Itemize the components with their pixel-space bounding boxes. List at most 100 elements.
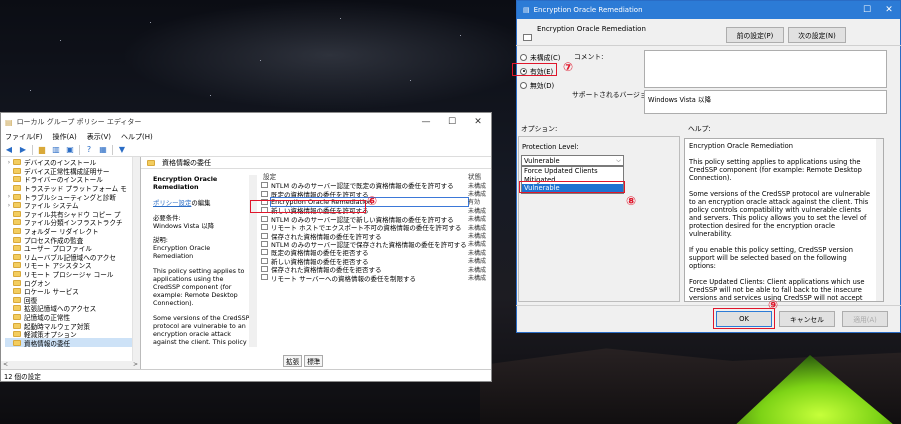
status-text: 12 個の設定 — [4, 372, 41, 381]
annotation-box-vulnerable — [519, 181, 625, 193]
cancel-button[interactable]: キャンセル — [779, 311, 835, 327]
menu-view[interactable]: 表示(V) — [87, 132, 111, 142]
tab-standard[interactable]: 標準 — [304, 355, 324, 367]
menu-action[interactable]: 操作(A) — [53, 132, 77, 142]
comment-label: コメント: — [574, 53, 604, 61]
options-label: オプション: — [521, 125, 558, 133]
comment-field[interactable] — [644, 50, 887, 88]
folder-icon — [13, 245, 21, 252]
desc-title: Encryption Oracle Remediation — [153, 175, 218, 192]
menu-file[interactable]: ファイル(F) — [5, 132, 43, 142]
radio-button[interactable] — [520, 81, 527, 89]
status-bar: 12 個の設定 — [1, 369, 491, 381]
folder-icon — [13, 271, 21, 278]
milky-way-glow — [120, 0, 540, 110]
tree-vertical-scrollbar[interactable] — [132, 157, 140, 369]
folder-icon — [13, 331, 21, 338]
help-paragraph: Force Updated Clients: Client applicatio… — [689, 278, 865, 302]
annotation-box-enabled — [512, 63, 557, 76]
annotation-step-7: ⑦ — [563, 60, 574, 74]
folder-icon — [13, 339, 21, 346]
chevron-right-icon[interactable]: › — [5, 202, 13, 209]
radio-not-configured[interactable]: 未構成(C) — [520, 52, 560, 62]
star — [30, 90, 31, 91]
next-setting-button[interactable]: 次の設定(N) — [788, 27, 846, 43]
folder-icon — [13, 219, 21, 226]
help-title: Encryption Oracle Remediation — [689, 142, 794, 150]
annotation-step-8: ⑧ — [626, 194, 637, 208]
settings-list: 設定 状態 NTLM のみのサーバー認証で既定の資格情報の委任を許可する 未構成既… — [258, 171, 492, 283]
radio-button[interactable] — [520, 53, 527, 61]
folder-icon — [13, 176, 21, 183]
dialog-title: Encryption Oracle Remediation — [533, 6, 643, 14]
close-icon[interactable]: ✕ — [465, 117, 491, 127]
menu-help[interactable]: ヘルプ(H) — [121, 132, 153, 142]
gpo-menubar: ファイル(F) 操作(A) 表示(V) ヘルプ(H) — [1, 131, 491, 143]
policy-tree: › デバイスのインストール デバイス正常性構成証明サー ドライバーのインストール トラス… — [1, 157, 141, 369]
star — [260, 60, 261, 61]
previous-setting-button[interactable]: 前の設定(P) — [726, 27, 784, 43]
policy-setting-icon — [261, 266, 268, 273]
folder-icon — [13, 236, 21, 243]
folder-icon — [13, 159, 21, 166]
folder-icon — [13, 202, 21, 209]
dialog-app-icon: ▤ — [523, 6, 530, 14]
column-state[interactable]: 状態 — [468, 171, 492, 181]
details-header: 資格情報の委任 — [141, 157, 491, 169]
annotation-step-9: ⑨ — [768, 298, 779, 312]
policy-setting-icon — [261, 232, 268, 239]
maximize-icon[interactable]: ☐ — [439, 117, 465, 127]
setting-name: リモート サーバーへの資格情報の委任を制限する — [271, 274, 417, 283]
tree-item-label: 資格情報の委任 — [24, 339, 71, 348]
export-list-icon[interactable]: ▣ — [65, 145, 75, 155]
folder-icon — [13, 305, 21, 312]
folder-icon — [13, 262, 21, 269]
back-arrow-icon[interactable]: ◀ — [4, 145, 14, 155]
description-value: Encryption Oracle Remediation — [153, 244, 211, 261]
chevron-right-icon[interactable]: › — [5, 193, 13, 200]
forward-arrow-icon[interactable]: ▶ — [18, 145, 28, 155]
folder-icon — [13, 313, 21, 320]
tree-horizontal-scrollbar[interactable]: < > — [1, 361, 140, 369]
dialog-maximize-icon[interactable]: ☐ — [856, 5, 878, 15]
help-paragraph: This policy setting applies to applicati… — [689, 158, 862, 182]
star — [60, 40, 61, 41]
folder-icon — [13, 228, 21, 235]
help-scrollbar[interactable] — [876, 139, 883, 301]
gpo-title: ローカル グループ ポリシー エディター — [16, 118, 142, 126]
help-icon[interactable]: ? — [84, 145, 94, 155]
folder-icon — [13, 167, 21, 174]
up-folder-icon[interactable]: ▆ — [37, 145, 47, 155]
folder-icon — [13, 296, 21, 303]
dialog-close-icon[interactable]: ✕ — [878, 5, 900, 15]
radio-disabled[interactable]: 無効(D) — [520, 80, 554, 90]
setting-state: 未構成 — [468, 275, 487, 282]
description-label: 説明: — [153, 236, 168, 245]
table-row[interactable]: リモート サーバーへの資格情報の委任を制限する 未構成 — [258, 273, 492, 283]
properties-icon[interactable]: ▦ — [98, 145, 108, 155]
help-paragraph: Some versions of the CredSSP protocol ar… — [689, 190, 870, 238]
minimize-icon[interactable]: — — [413, 117, 439, 127]
edit-policy-link[interactable]: ポリシー設定 — [153, 199, 191, 207]
annotation-box-policy — [250, 200, 366, 213]
option-force-updated-clients[interactable]: Force Updated Clients — [522, 167, 623, 176]
radio-not-configured-label: 未構成(C) — [530, 54, 561, 62]
annotation-box-ok — [713, 308, 775, 329]
filter-icon[interactable]: ▼ — [117, 145, 127, 155]
chevron-right-icon[interactable]: › — [5, 159, 13, 166]
chevron-down-icon[interactable]: ⌵ — [614, 157, 623, 165]
star — [340, 18, 341, 19]
apply-button[interactable]: 適用(A) — [842, 311, 888, 327]
folder-icon — [13, 288, 21, 295]
gpo-app-icon: ▤ — [5, 117, 13, 127]
show-hide-tree-icon[interactable]: ▥ — [51, 145, 61, 155]
tree-item[interactable]: 資格情報の委任 — [5, 338, 140, 348]
help-text-pane: Encryption Oracle Remediation This polic… — [684, 138, 884, 302]
desc-edit-line: ポリシー設定の編集 — [153, 199, 251, 207]
folder-icon — [13, 322, 21, 329]
policy-setting-icon — [261, 182, 268, 189]
requirements-value: Windows Vista 以降 — [153, 221, 215, 230]
protection-level-select[interactable]: Vulnerable ⌵ — [521, 155, 624, 166]
folder-icon — [147, 159, 155, 166]
tab-extended[interactable]: 拡張 — [283, 355, 303, 367]
